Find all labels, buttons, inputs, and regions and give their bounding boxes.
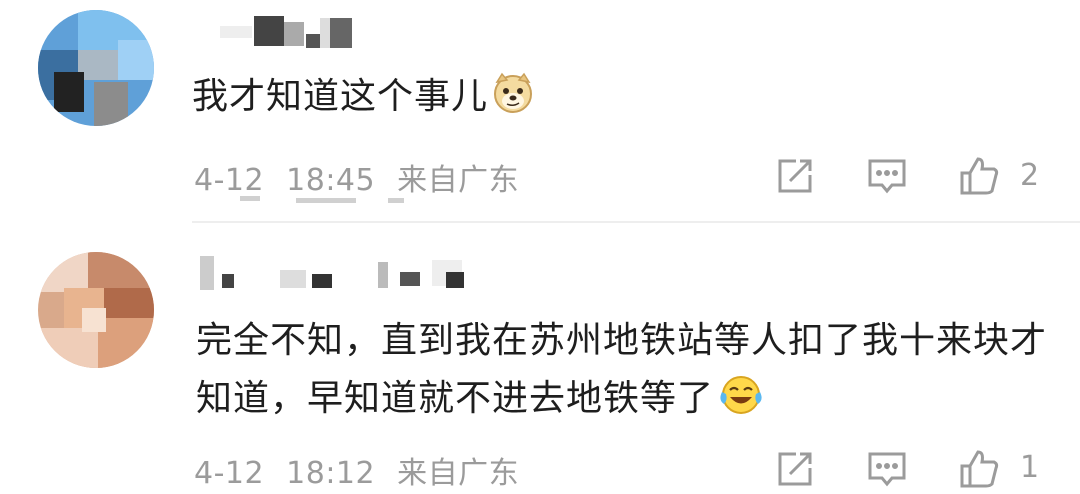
share-icon[interactable] [774,155,816,197]
comment-text: 我才知道这个事儿 [192,68,534,132]
laugh-cry-emoji [718,374,764,434]
like-count: 2 [1020,158,1040,193]
comment-date: 4-12 [194,456,265,491]
comment-time: 18:12 [286,456,376,491]
redaction-smudge [296,198,356,203]
comment-date: 4-12 [194,163,265,198]
redaction-smudge [240,196,260,201]
username-redacted[interactable] [200,252,490,292]
avatar[interactable] [38,252,154,368]
comment-item: 我才知道这个事儿 4-12 18:45 来自广东 2 [0,0,1080,222]
doge-emoji [492,72,534,132]
share-icon[interactable] [774,448,816,490]
comment-icon[interactable] [866,155,908,197]
thumbs-up-icon[interactable] [958,448,1000,490]
comment-location: 来自广东 [397,163,520,198]
avatar[interactable] [38,10,154,126]
comment-icon[interactable] [866,448,908,490]
comment-time: 18:45 [286,163,376,198]
thumbs-up-icon[interactable] [958,155,1000,197]
comment-meta: 4-12 18:45 来自广东 [194,155,519,199]
redaction-smudge [388,198,404,203]
comment-text: 完全不知，直到我在苏州地铁站等人扣了我十来块才知道，早知道就不进去地铁等了 [196,312,1056,434]
comment-meta: 4-12 18:12 来自广东 [194,448,519,492]
username-redacted[interactable] [214,14,514,54]
comment-location: 来自广东 [397,456,520,491]
comment-item: 完全不知，直到我在苏州地铁站等人扣了我十来块才知道，早知道就不进去地铁等了 4-… [0,222,1080,491]
like-count: 1 [1020,450,1040,485]
